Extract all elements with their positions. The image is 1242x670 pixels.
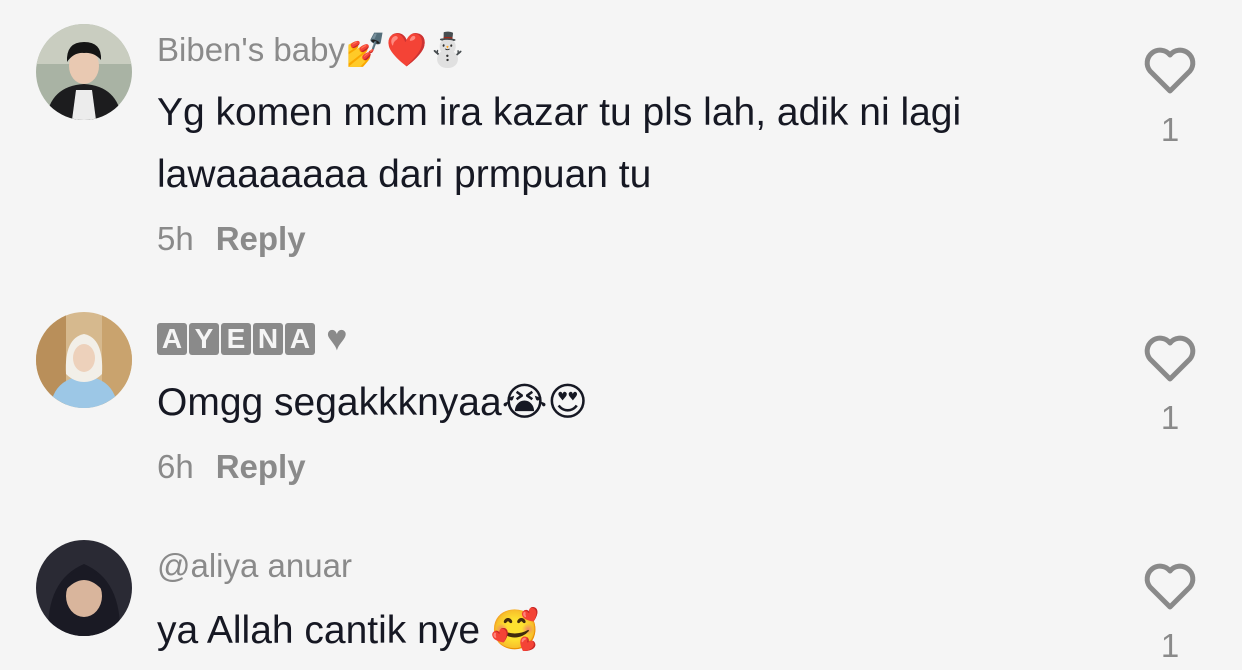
comment-emojis: 🥰 [490, 608, 540, 653]
username-text: Biben's baby [157, 31, 345, 68]
username-heart: ♥ [326, 317, 348, 358]
comment-username[interactable]: AYENA ♥ [157, 318, 348, 359]
comment-time: 6h [157, 448, 194, 485]
username-letter: E [221, 323, 251, 355]
comment-time: 5h [157, 220, 194, 257]
heart-outline-icon[interactable] [1143, 46, 1197, 96]
heart-outline-icon[interactable] [1143, 334, 1197, 384]
comment-text-line: lawaaaaaaa dari prmpuan tu [157, 153, 652, 196]
heart-outline-icon[interactable] [1143, 562, 1197, 612]
reply-button[interactable]: Reply [216, 220, 306, 257]
like-button[interactable]: 1 [1140, 46, 1200, 150]
username-emojis: 💅❤️⛄ [344, 30, 469, 69]
comment-username[interactable]: Biben's baby💅❤️⛄ [157, 30, 468, 70]
comment-text-line: ya Allah cantik nye [157, 609, 481, 652]
avatar[interactable] [36, 540, 132, 636]
username-letter: Y [189, 323, 219, 355]
comment-text: ya Allah cantik nye 🥰 [157, 600, 1087, 662]
username-text: @aliya anuar [157, 547, 352, 584]
username-letter: N [253, 323, 283, 355]
username-letter: A [157, 323, 187, 355]
comment-text: Yg komen mcm ira kazar tu pls lah, adik … [157, 82, 1087, 206]
like-button[interactable]: 1 [1140, 334, 1200, 438]
reply-button[interactable]: Reply [216, 448, 306, 485]
username-letter: A [285, 323, 315, 355]
avatar[interactable] [36, 312, 132, 408]
avatar[interactable] [36, 24, 132, 120]
comment-meta: 5h Reply [157, 219, 306, 259]
comment-text-line: Omgg segakkknyaa [157, 381, 502, 424]
like-count: 1 [1160, 627, 1180, 664]
like-count: 1 [1160, 111, 1180, 148]
username-letters: AYENA [157, 320, 326, 357]
comment-emojis: 😭😍 [501, 380, 588, 425]
comment-text: Omgg segakkknyaa😭😍 [157, 372, 1087, 434]
comment-text-line: Yg komen mcm ira kazar tu pls lah, adik … [157, 91, 962, 134]
like-button[interactable]: 1 [1140, 562, 1200, 666]
like-count: 1 [1160, 399, 1180, 436]
comment-meta: 6h Reply [157, 447, 306, 487]
comment-username[interactable]: @aliya anuar [157, 546, 352, 586]
